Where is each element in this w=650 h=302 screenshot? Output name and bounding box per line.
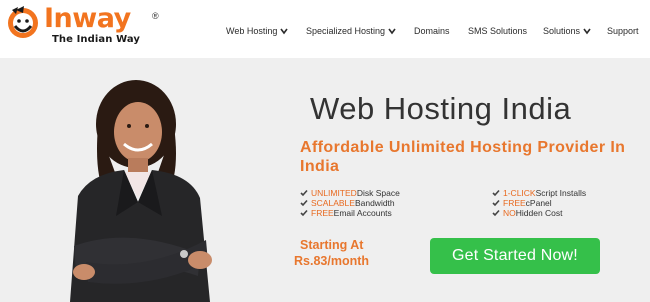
feature-highlight: UNLIMITED (311, 188, 357, 198)
check-icon (300, 199, 308, 207)
nav-item-label: SMS Solutions (468, 26, 528, 36)
price-suffix: /month (327, 254, 370, 268)
price-label: Rs.83/month (294, 253, 369, 269)
nav-item-domains[interactable]: Domains (414, 23, 450, 39)
nav-item-sms-solutions[interactable]: SMS Solutions (468, 23, 527, 39)
nav-item-label: Domains (414, 26, 450, 36)
nav-item-specialized-hosting[interactable]: Specialized Hosting (306, 23, 396, 39)
nav-item-label: Specialized Hosting (306, 26, 386, 36)
feature-highlight: FREE (311, 208, 334, 218)
feature-item: SCALABLE Bandwidth (300, 198, 400, 208)
check-icon (300, 209, 308, 217)
logo-emblem-icon (8, 6, 38, 38)
feature-text: Email Accounts (333, 208, 392, 218)
feature-item: FREE cPanel (492, 198, 586, 208)
check-icon (300, 189, 308, 197)
chevron-down-icon (280, 28, 288, 35)
starting-at-label: Starting At (300, 238, 364, 252)
nav-item-label: Support (607, 26, 639, 36)
nav-item-web-hosting[interactable]: Web Hosting (226, 23, 288, 39)
hero-banner: Web Hosting India Affordable Unlimited H… (0, 58, 650, 302)
check-icon (492, 199, 500, 207)
feature-item: FREE Email Accounts (300, 208, 400, 218)
hero-subtitle: Affordable Unlimited Hosting Provider In… (300, 139, 626, 175)
feature-text: cPanel (525, 198, 552, 208)
feature-text: Disk Space (356, 188, 400, 198)
hero-title: Web Hosting India (310, 91, 572, 126)
feature-highlight: FREE (503, 198, 526, 208)
feature-highlight: SCALABLE (311, 198, 355, 208)
chevron-down-icon (388, 28, 396, 35)
nav-item-label: Web Hosting (226, 26, 278, 36)
price-amount: 83 (313, 254, 328, 268)
check-icon (492, 209, 500, 217)
businesswoman-image (70, 80, 212, 302)
feature-item: NO Hidden Cost (492, 208, 586, 218)
nav-item-label: Solutions (543, 26, 581, 36)
check-icon (492, 189, 500, 197)
feature-list-left: UNLIMITED Disk Space SCALABLE Bandwidth … (300, 188, 400, 218)
nav-item-solutions[interactable]: Solutions (543, 23, 591, 39)
feature-highlight: NO (503, 208, 516, 218)
nav-item-support[interactable]: Support (607, 23, 639, 39)
feature-highlight: 1-CLICK (503, 188, 536, 198)
feature-text: Hidden Cost (515, 208, 563, 218)
brand-tagline: The Indian Way (52, 34, 141, 45)
get-started-button[interactable]: Get Started Now! (430, 238, 600, 274)
site-header: Inway ® The Indian Way Web Hosting Speci… (0, 0, 650, 58)
registered-mark: ® (152, 11, 159, 21)
brand-name: Inway (44, 3, 131, 34)
feature-list-right: 1-CLICK Script Installs FREE cPanel NO H… (492, 188, 586, 218)
chevron-down-icon (583, 28, 591, 35)
feature-item: 1-CLICK Script Installs (492, 188, 586, 198)
brand-logo[interactable]: Inway ® The Indian Way (4, 4, 164, 50)
feature-item: UNLIMITED Disk Space (300, 188, 400, 198)
feature-text: Script Installs (535, 188, 587, 198)
price-prefix: Rs. (294, 254, 314, 268)
feature-text: Bandwidth (354, 198, 395, 208)
